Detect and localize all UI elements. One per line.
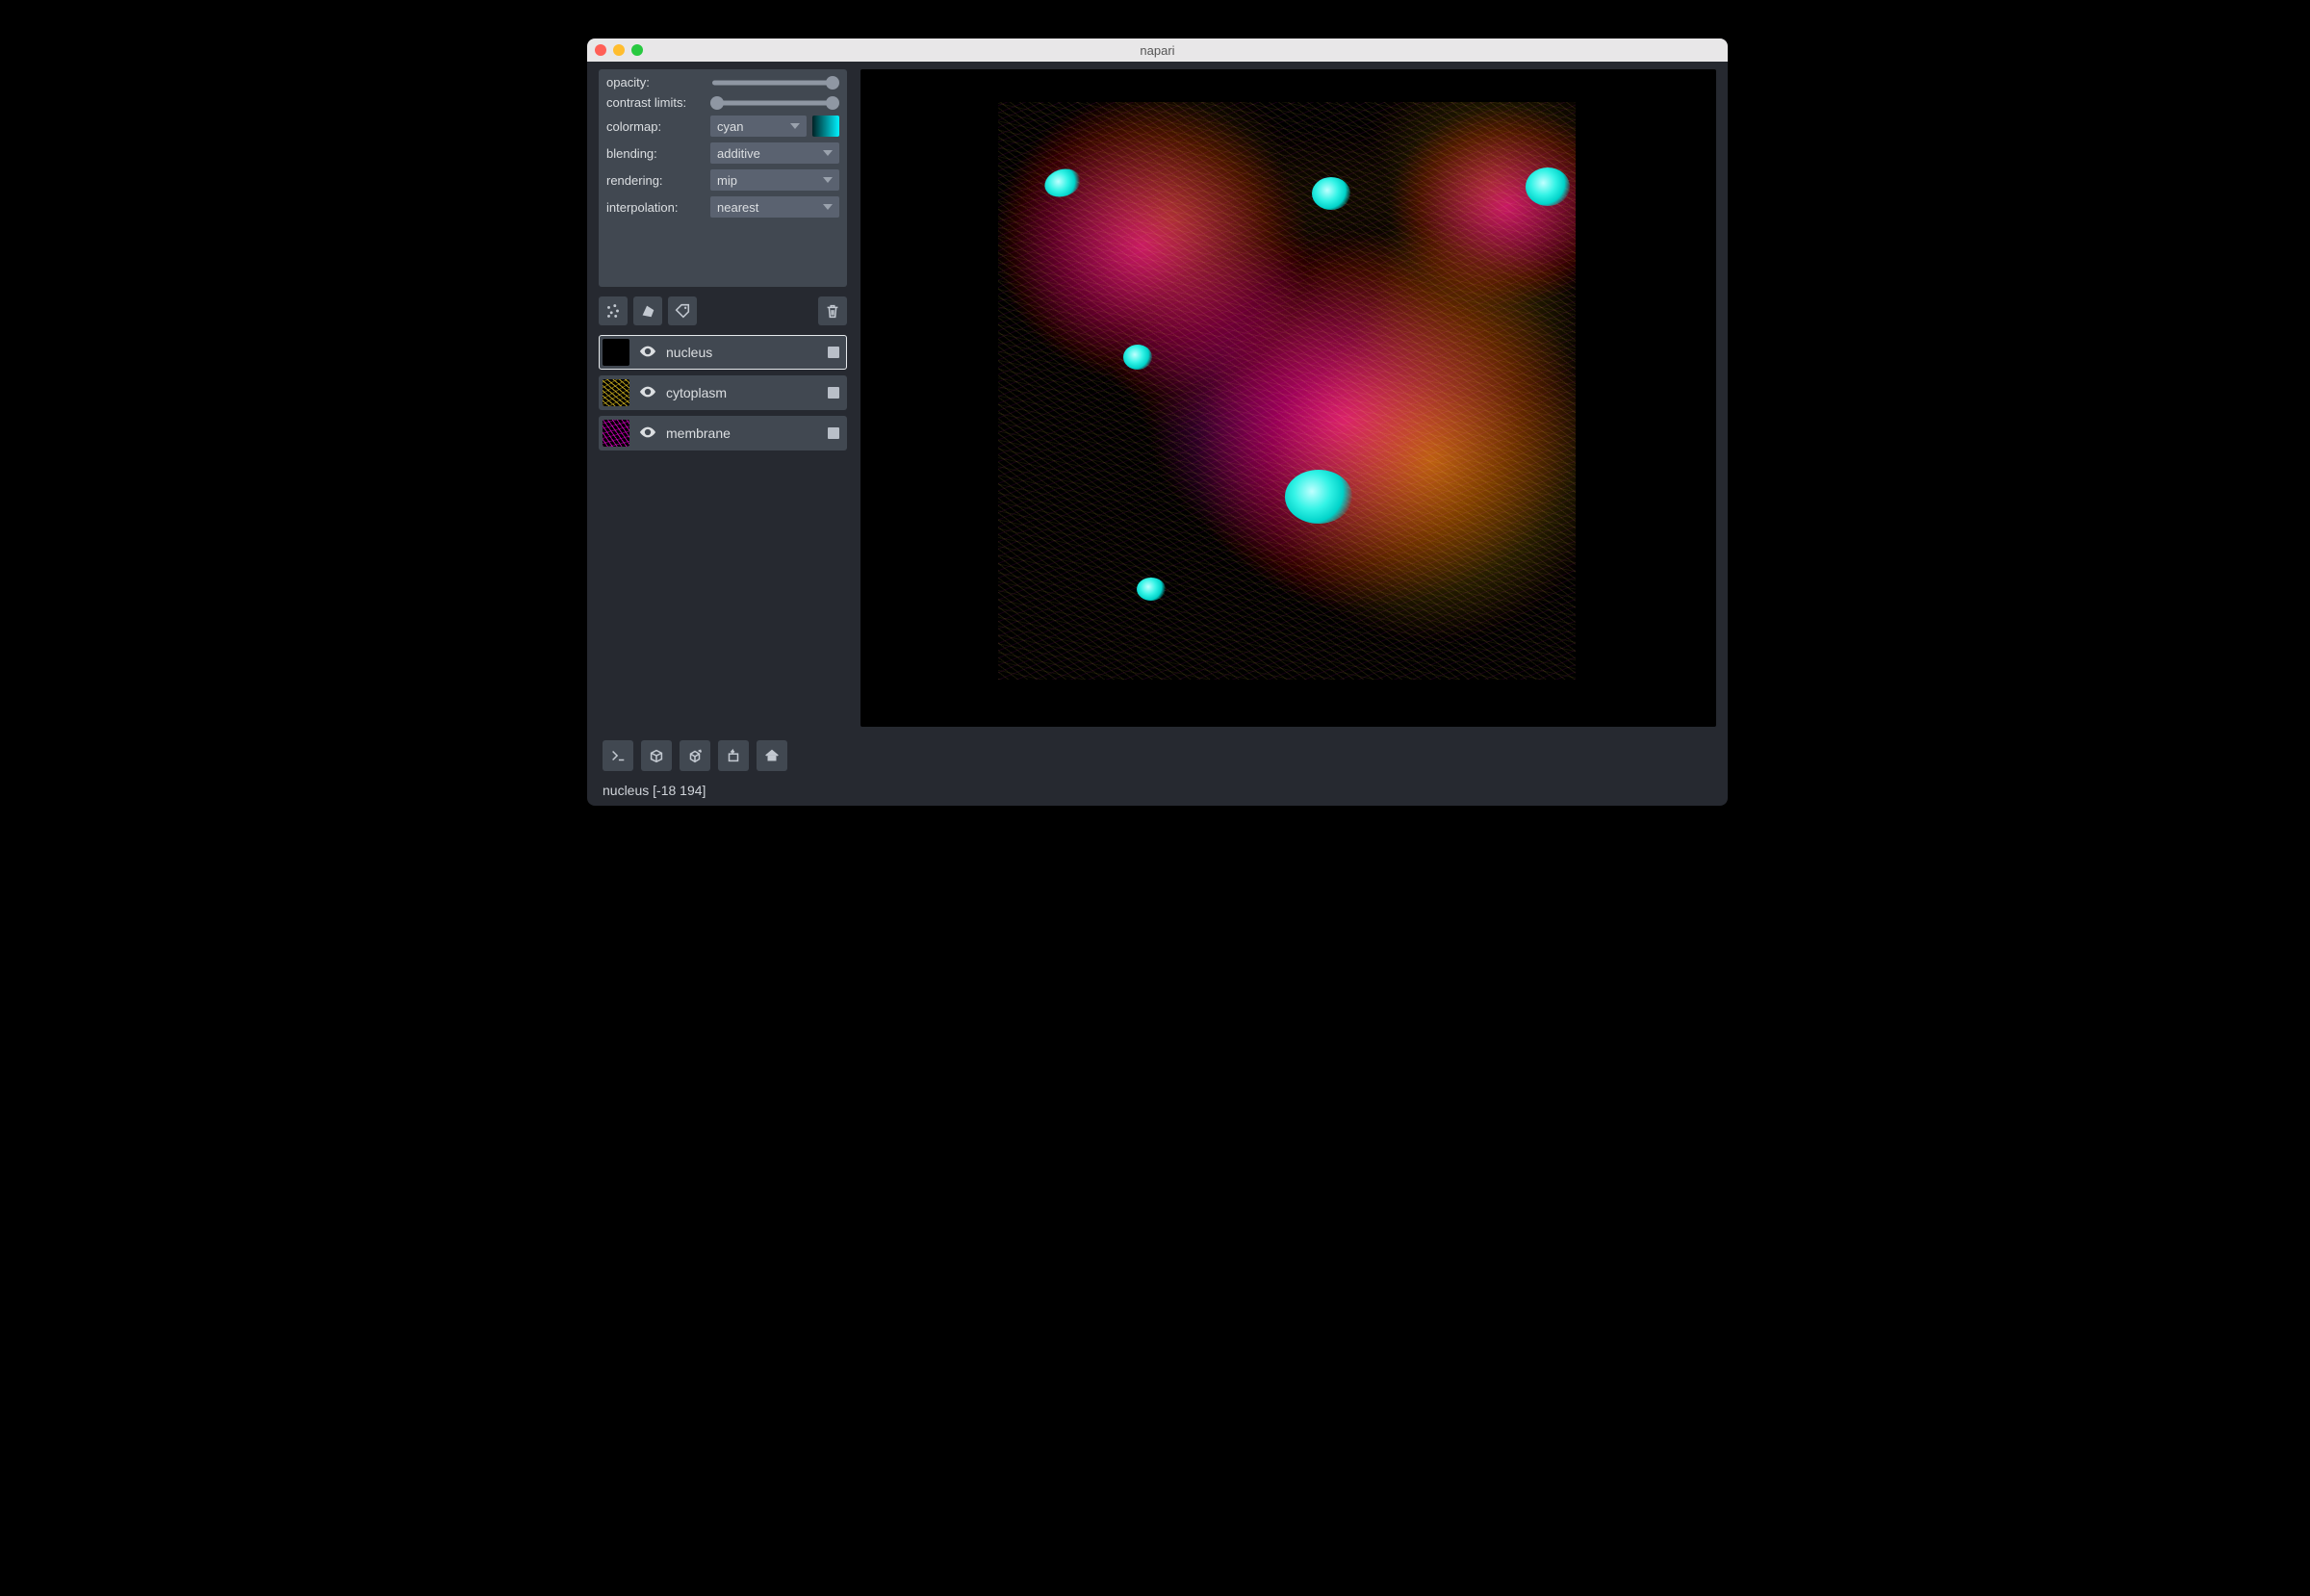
window-title: napari <box>587 43 1728 58</box>
blending-value: additive <box>717 146 760 161</box>
transpose-dims-button[interactable] <box>718 740 749 771</box>
layer-name: nucleus <box>666 345 712 360</box>
chevron-down-icon <box>823 204 833 210</box>
visibility-toggle[interactable] <box>639 345 656 361</box>
home-icon <box>763 747 781 764</box>
rendering-label: rendering: <box>606 173 710 188</box>
layer-thumbnail <box>603 420 629 447</box>
transpose-icon <box>725 747 742 764</box>
console-icon <box>609 747 627 764</box>
layer-item-nucleus[interactable]: nucleus <box>599 335 847 370</box>
contrast-limits-slider[interactable] <box>710 96 839 110</box>
visibility-toggle[interactable] <box>639 385 656 401</box>
new-shapes-button[interactable] <box>633 296 662 325</box>
opacity-label: opacity: <box>606 75 710 90</box>
interpolation-value: nearest <box>717 200 758 215</box>
chevron-down-icon <box>823 177 833 183</box>
contrast-limits-label: contrast limits: <box>606 95 710 110</box>
layer-type-icon <box>828 427 839 439</box>
viewer-buttons <box>599 733 1716 771</box>
side-panel: opacity: contrast limits: colormap: <box>599 69 847 727</box>
canvas-image <box>998 102 1576 680</box>
colormap-label: colormap: <box>606 119 710 134</box>
layer-controls: opacity: contrast limits: colormap: <box>599 69 847 287</box>
chevron-down-icon <box>823 150 833 156</box>
reset-view-button[interactable] <box>757 740 787 771</box>
layer-tools <box>599 296 847 325</box>
colormap-value: cyan <box>717 119 743 134</box>
status-bar: nucleus [-18 194] <box>599 777 1716 800</box>
layer-item-cytoplasm[interactable]: cytoplasm <box>599 375 847 410</box>
console-button[interactable] <box>603 740 633 771</box>
roll-dims-button[interactable] <box>680 740 710 771</box>
app-window: napari opacity: contrast limits: <box>587 39 1728 806</box>
cube-arrow-icon <box>686 747 704 764</box>
interpolation-select[interactable]: nearest <box>710 196 839 218</box>
layer-list: nucleus cytoplasm <box>599 335 847 450</box>
points-icon <box>604 302 622 320</box>
titlebar: napari <box>587 39 1728 62</box>
layer-item-membrane[interactable]: membrane <box>599 416 847 450</box>
delete-layer-button[interactable] <box>818 296 847 325</box>
colormap-select[interactable]: cyan <box>710 116 807 137</box>
trash-icon <box>824 302 841 320</box>
tag-icon <box>674 302 691 320</box>
rendering-value: mip <box>717 173 737 188</box>
rendering-select[interactable]: mip <box>710 169 839 191</box>
ndisplay-toggle-button[interactable] <box>641 740 672 771</box>
polygon-icon <box>639 302 656 320</box>
viewer-canvas[interactable] <box>860 69 1716 727</box>
interpolation-label: interpolation: <box>606 200 710 215</box>
layer-thumbnail <box>603 339 629 366</box>
new-labels-button[interactable] <box>668 296 697 325</box>
colormap-swatch[interactable] <box>812 116 839 137</box>
cube-grid-icon <box>648 747 665 764</box>
layer-type-icon <box>828 387 839 399</box>
layer-type-icon <box>828 347 839 358</box>
new-points-button[interactable] <box>599 296 628 325</box>
layer-name: cytoplasm <box>666 385 727 400</box>
blending-select[interactable]: additive <box>710 142 839 164</box>
layer-name: membrane <box>666 425 731 441</box>
layer-thumbnail <box>603 379 629 406</box>
blending-label: blending: <box>606 146 710 161</box>
visibility-toggle[interactable] <box>639 425 656 442</box>
opacity-slider[interactable] <box>710 76 839 90</box>
chevron-down-icon <box>790 123 800 129</box>
